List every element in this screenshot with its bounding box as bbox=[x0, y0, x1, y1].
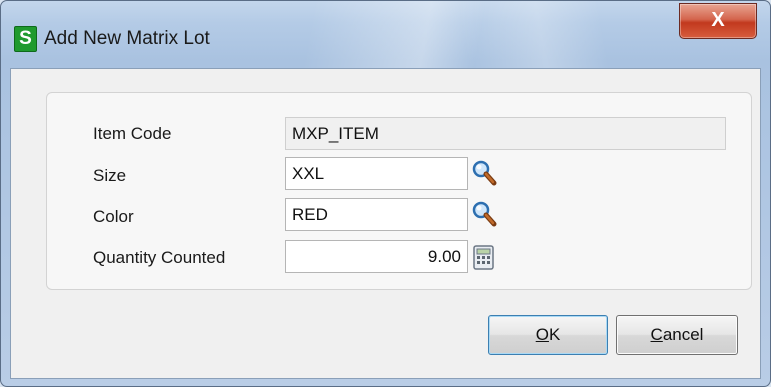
color-input[interactable] bbox=[285, 198, 468, 231]
ok-label: K bbox=[548, 325, 561, 344]
window-title: Add New Matrix Lot bbox=[44, 28, 210, 49]
dialog-body: Item Code MXP_ITEM Size Color Quantity C… bbox=[10, 68, 761, 379]
quantity-counted-label: Quantity Counted bbox=[93, 248, 226, 267]
close-button[interactable]: X bbox=[679, 3, 757, 39]
magnifier-icon[interactable] bbox=[471, 159, 497, 187]
ok-button[interactable]: OK bbox=[488, 315, 608, 355]
size-label: Size bbox=[93, 166, 127, 185]
ok-accelerator: O bbox=[535, 325, 549, 344]
cancel-accelerator: C bbox=[650, 325, 663, 344]
quantity-counted-input[interactable] bbox=[285, 240, 468, 273]
item-code-field: MXP_ITEM bbox=[285, 117, 726, 150]
close-icon: X bbox=[711, 9, 725, 31]
item-code-label: Item Code bbox=[93, 124, 172, 143]
magnifier-icon[interactable] bbox=[471, 200, 497, 228]
cancel-label: ancel bbox=[662, 325, 704, 344]
calculator-icon[interactable] bbox=[471, 244, 497, 272]
sage-s-icon: S bbox=[14, 26, 37, 52]
color-label: Color bbox=[93, 207, 134, 226]
cancel-button[interactable]: Cancel bbox=[616, 315, 738, 355]
dialog-window: S Add New Matrix Lot X Item Code MXP_ITE… bbox=[0, 0, 771, 387]
size-input[interactable] bbox=[285, 157, 468, 190]
fields-group: Item Code MXP_ITEM Size Color Quantity C… bbox=[46, 92, 752, 290]
